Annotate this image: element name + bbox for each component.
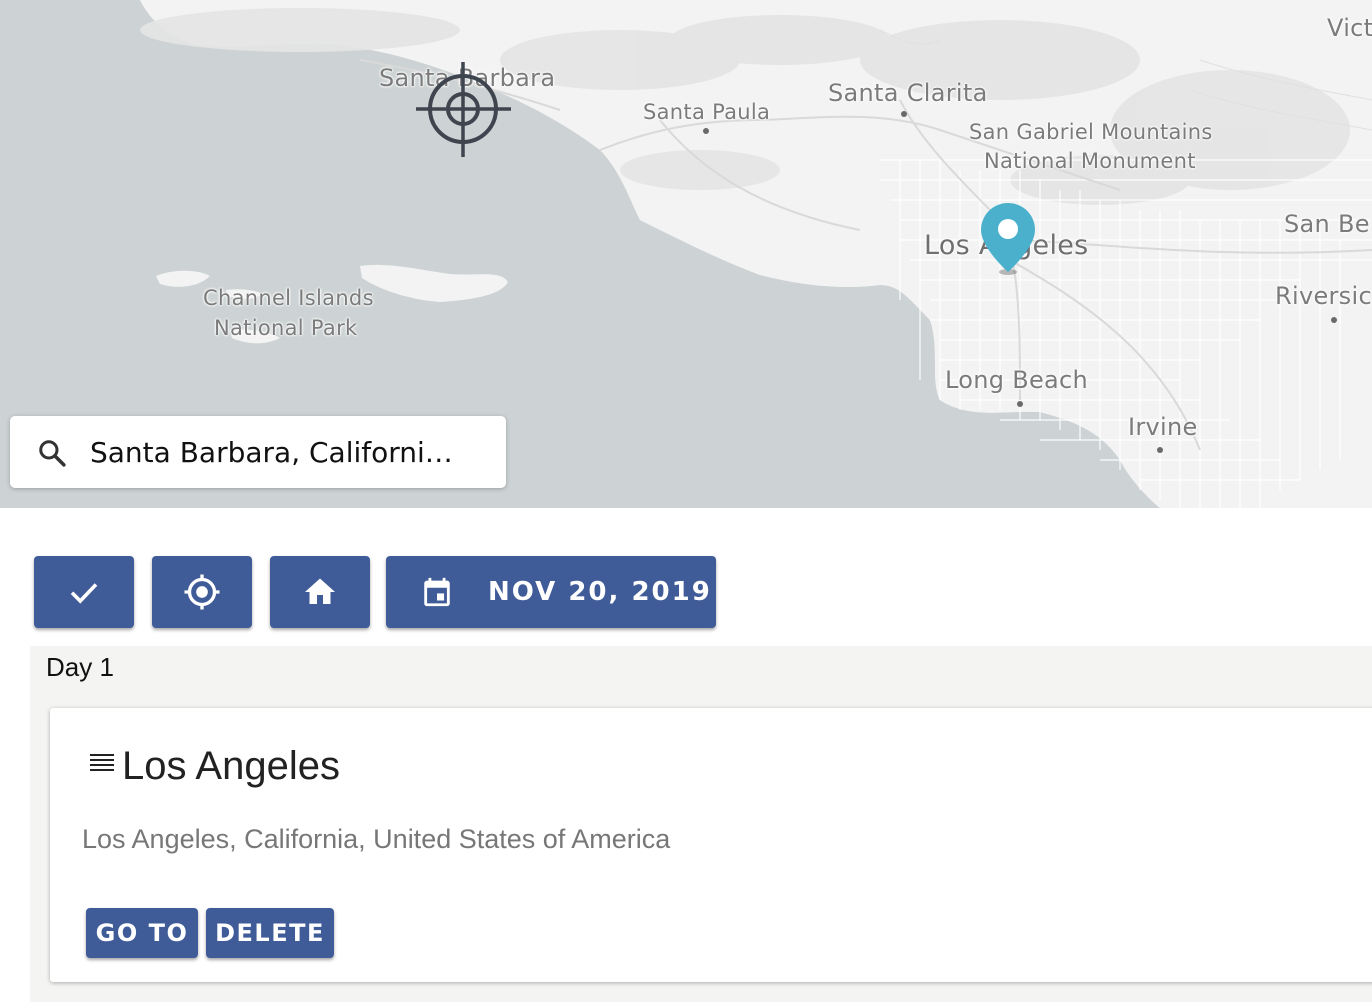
stop-card[interactable]: Los Angeles Los Angeles, California, Uni… <box>50 708 1372 982</box>
city-dot <box>901 111 907 117</box>
home-button[interactable] <box>270 556 370 628</box>
delete-button[interactable]: DELETE <box>206 908 334 958</box>
search-input[interactable] <box>90 430 490 474</box>
calendar-icon <box>424 577 450 607</box>
map-label-santa-paula: Santa Paula <box>643 100 771 124</box>
city-dot <box>1157 447 1163 453</box>
stop-address: Los Angeles, California, United States o… <box>82 824 671 854</box>
map-label-irvine: Irvine <box>1128 413 1198 441</box>
home-icon <box>305 578 335 604</box>
map-label-channel-islands-2: National Park <box>214 316 358 340</box>
city-dot <box>703 128 709 134</box>
selected-date: NOV 20, 2019 <box>488 577 712 607</box>
map-label-riverside: Riversic <box>1275 282 1372 310</box>
date-picker-button[interactable]: NOV 20, 2019 <box>386 556 716 628</box>
crosshair-icon <box>184 574 220 610</box>
drag-handle-icon[interactable] <box>88 752 116 776</box>
stop-name: Los Angeles <box>122 744 340 788</box>
search-icon <box>39 440 66 467</box>
map-label-victorville: Victo <box>1327 14 1372 42</box>
map-label-san-gabriel-2: National Monument <box>984 149 1196 173</box>
locate-me-button[interactable] <box>152 556 252 628</box>
day-title: Day 1 <box>46 652 114 682</box>
map-label-san-gabriel: San Gabriel Mountains <box>969 120 1213 144</box>
go-to-button[interactable]: GO TO <box>86 908 198 958</box>
map-label-long-beach: Long Beach <box>945 366 1089 394</box>
location-search-box[interactable] <box>10 416 506 488</box>
map-label-san-bernardino: San Ber <box>1284 210 1372 238</box>
city-dot <box>1331 317 1337 323</box>
city-dot <box>1017 401 1023 407</box>
confirm-button[interactable] <box>34 556 134 628</box>
check-icon <box>70 583 98 604</box>
map-view[interactable]: Santa Barbara Santa Paula Santa Clarita … <box>0 0 1372 508</box>
day-panel: Day 1 Los Angeles Los Angeles, Californi… <box>30 646 1372 1002</box>
map-center-crosshair-icon <box>416 62 511 157</box>
map-label-channel-islands: Channel Islands <box>203 286 374 310</box>
location-marker-icon[interactable] <box>978 200 1038 280</box>
map-label-santa-clarita: Santa Clarita <box>828 79 988 107</box>
